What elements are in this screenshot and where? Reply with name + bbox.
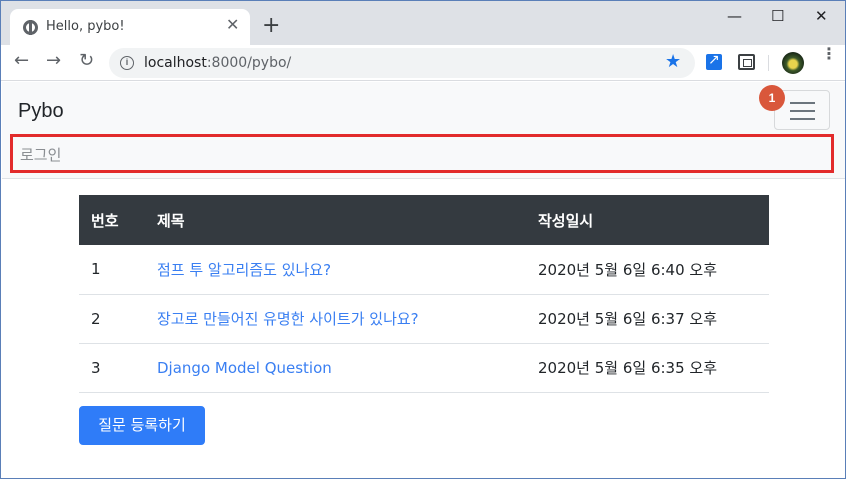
- table-header-row: 번호 제목 작성일시: [79, 195, 769, 245]
- question-link[interactable]: Django Model Question: [157, 359, 332, 377]
- browser-toolbar: ← → ↻ i localhost:8000/pybo/ ★ ⋮: [1, 45, 845, 81]
- header-title: 제목: [145, 195, 526, 245]
- hamburger-bar: [790, 102, 815, 104]
- row-date: 2020년 5월 6일 6:37 오후: [526, 294, 769, 344]
- header-date: 작성일시: [526, 195, 769, 245]
- row-title-cell: Django Model Question: [145, 343, 526, 393]
- url-host: localhost: [144, 55, 207, 71]
- row-number: 1: [79, 245, 145, 295]
- brand-link[interactable]: Pybo: [18, 100, 64, 123]
- question-table: 번호 제목 작성일시 1 점프 투 알고리즘도 있나요? 2020년 5월 6일…: [79, 195, 769, 393]
- kebab-menu-icon[interactable]: ⋮: [821, 47, 837, 63]
- row-number: 2: [79, 294, 145, 344]
- minimize-button[interactable]: —: [727, 7, 742, 25]
- table-row: 2 장고로 만들어진 유명한 사이트가 있나요? 2020년 5월 6일 6:3…: [79, 294, 769, 344]
- profile-avatar[interactable]: [782, 52, 804, 74]
- hamburger-bar: [790, 118, 815, 120]
- address-bar[interactable]: i localhost:8000/pybo/ ★: [109, 48, 695, 78]
- close-window-button[interactable]: ✕: [815, 7, 828, 25]
- globe-icon: [23, 20, 38, 35]
- step-badge: 1: [759, 85, 785, 111]
- url-text[interactable]: localhost:8000/pybo/: [144, 55, 291, 71]
- info-icon[interactable]: i: [120, 56, 134, 70]
- header-number: 번호: [79, 195, 145, 245]
- tab-strip: Hello, pybo! ✕ + — ☐ ✕: [1, 1, 845, 45]
- forward-button[interactable]: →: [46, 51, 61, 71]
- close-tab-icon[interactable]: ✕: [226, 17, 239, 35]
- toolbar-divider: [768, 55, 769, 71]
- create-question-button[interactable]: 질문 등록하기: [79, 406, 205, 445]
- hamburger-bar: [790, 110, 815, 112]
- bookmark-star-icon[interactable]: ★: [665, 51, 681, 72]
- row-title-cell: 점프 투 알고리즘도 있나요?: [145, 245, 526, 295]
- row-date: 2020년 5월 6일 6:35 오후: [526, 343, 769, 393]
- login-link[interactable]: 로그인: [20, 144, 61, 165]
- login-highlight-box: 로그인: [10, 134, 834, 173]
- row-title-cell: 장고로 만들어진 유명한 사이트가 있나요?: [145, 294, 526, 344]
- screen-capture-icon[interactable]: [738, 54, 755, 70]
- browser-tab[interactable]: Hello, pybo! ✕: [10, 9, 250, 45]
- table-row: 3 Django Model Question 2020년 5월 6일 6:35…: [79, 343, 769, 393]
- row-date: 2020년 5월 6일 6:40 오후: [526, 245, 769, 295]
- extension-icon[interactable]: [706, 51, 722, 70]
- table-row: 1 점프 투 알고리즘도 있나요? 2020년 5월 6일 6:40 오후: [79, 245, 769, 295]
- row-number: 3: [79, 343, 145, 393]
- browser-window: Hello, pybo! ✕ + — ☐ ✕ ← → ↻ i localhost…: [0, 0, 846, 479]
- page-content: Pybo 1 로그인 번호 제목 작성일시 1 점프 투 알고리즘도 있나요? …: [2, 82, 845, 478]
- maximize-button[interactable]: ☐: [771, 7, 784, 25]
- question-link[interactable]: 장고로 만들어진 유명한 사이트가 있나요?: [157, 310, 419, 328]
- site-navbar: Pybo 1 로그인: [2, 82, 845, 179]
- new-tab-button[interactable]: +: [262, 15, 280, 37]
- tab-title: Hello, pybo!: [46, 19, 125, 34]
- question-link[interactable]: 점프 투 알고리즘도 있나요?: [157, 261, 331, 279]
- back-button[interactable]: ←: [14, 51, 29, 71]
- url-path: :8000/pybo/: [206, 55, 292, 71]
- reload-button[interactable]: ↻: [79, 51, 94, 71]
